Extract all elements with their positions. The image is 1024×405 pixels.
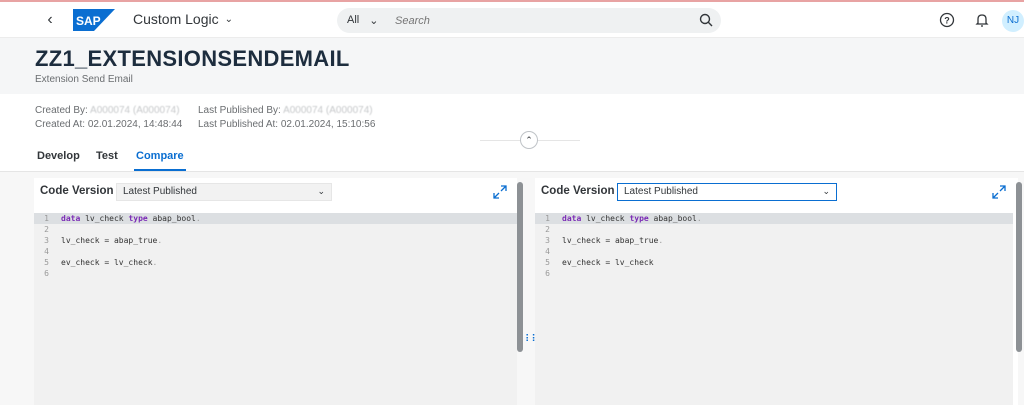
tab-compare[interactable]: Compare [134, 150, 186, 171]
right-code-editor[interactable]: 1 data lv_check type abap_bool. 2 3 lv_che… [535, 213, 1013, 405]
app-title: Custom Logic [133, 11, 219, 27]
published-by-value: A000074 (A000074) [283, 105, 373, 116]
chevron-down-icon: ⌄ [369, 15, 379, 27]
created-by-value: A000074 (A000074) [90, 105, 180, 116]
published-by-label: Last Published By: [198, 105, 281, 116]
user-avatar[interactable]: NJ [1002, 10, 1024, 32]
tab-bar: Develop Test Compare [0, 146, 1024, 172]
code-line: 1 data lv_check type abap_bool. [34, 213, 517, 224]
created-at-value: 02.01.2024, 14:48:44 [87, 119, 183, 130]
object-header: ZZ1_EXTENSIONSENDEMAIL Extension Send Em… [0, 38, 1024, 94]
search-input[interactable] [395, 12, 685, 29]
created-info: Created By: A000074 (A000074) Created At… [35, 104, 182, 132]
expand-icon[interactable] [493, 185, 507, 199]
code-line: 2 [44, 225, 49, 234]
chevron-down-icon: ⌄ [822, 186, 830, 196]
back-arrow-icon[interactable]: ‹ [40, 10, 60, 30]
shell-bar: ‹ SAP Custom Logic ⌄ All ⌄ ? NJ [0, 2, 1024, 38]
svg-text:SAP: SAP [76, 14, 101, 28]
left-code-version-value: Latest Published [123, 186, 197, 197]
code-line: 5 ev_check = lv_check. [44, 258, 158, 267]
search-category-label: All [347, 14, 360, 26]
page-title: ZZ1_EXTENSIONSENDEMAIL [35, 46, 350, 71]
left-code-panel: Code Version Latest Published ⌄ 1 data lv… [34, 178, 517, 405]
right-code-version-select[interactable]: Latest Published ⌄ [617, 183, 837, 201]
page-subtitle: Extension Send Email [35, 74, 133, 85]
code-line: 3 lv_check = abap_true. [545, 236, 664, 245]
search-category-select[interactable]: All ⌄ [347, 14, 378, 27]
code-line: 6 [44, 269, 49, 278]
published-at-value: 02.01.2024, 15:10:56 [280, 119, 376, 130]
sap-logo[interactable]: SAP [73, 9, 115, 31]
app-title-menu[interactable]: Custom Logic ⌄ [133, 11, 233, 27]
code-line: 4 [545, 247, 550, 256]
created-by-label: Created By: [35, 105, 88, 116]
tab-test[interactable]: Test [96, 150, 118, 162]
right-code-version-value: Latest Published [624, 186, 698, 197]
code-line: 4 [44, 247, 49, 256]
chevron-down-icon: ⌄ [317, 186, 325, 196]
code-line: 6 [545, 269, 550, 278]
right-code-version-label: Code Version [541, 185, 615, 197]
left-code-version-label: Code Version [40, 185, 114, 197]
code-line: 1 data lv_check type abap_bool. [535, 213, 1013, 224]
published-at-label: Last Published At: [198, 119, 279, 130]
help-icon[interactable]: ? [938, 11, 956, 29]
code-line: 2 [545, 225, 550, 234]
right-code-panel: Code Version Latest Published ⌄ 1 data lv… [535, 178, 1018, 405]
right-scrollbar[interactable] [1016, 182, 1022, 352]
published-info: Last Published By: A000074 (A000074) Las… [198, 104, 375, 132]
created-at-label: Created At: [35, 119, 86, 130]
tab-develop[interactable]: Develop [37, 150, 80, 162]
svg-text:?: ? [944, 16, 950, 26]
expand-icon[interactable] [992, 185, 1006, 199]
left-code-version-select[interactable]: Latest Published ⌄ [116, 183, 332, 201]
search-bar: All ⌄ [337, 8, 721, 33]
left-scrollbar[interactable] [517, 182, 523, 352]
code-line: 5 ev_check = lv_check [545, 258, 654, 267]
search-icon[interactable] [699, 13, 713, 27]
chevron-down-icon: ⌄ [224, 13, 233, 25]
left-code-editor[interactable]: 1 data lv_check type abap_bool. 2 3 lv_che… [34, 213, 517, 405]
code-line: 3 lv_check = abap_true. [44, 236, 163, 245]
notification-bell-icon[interactable] [973, 11, 991, 29]
